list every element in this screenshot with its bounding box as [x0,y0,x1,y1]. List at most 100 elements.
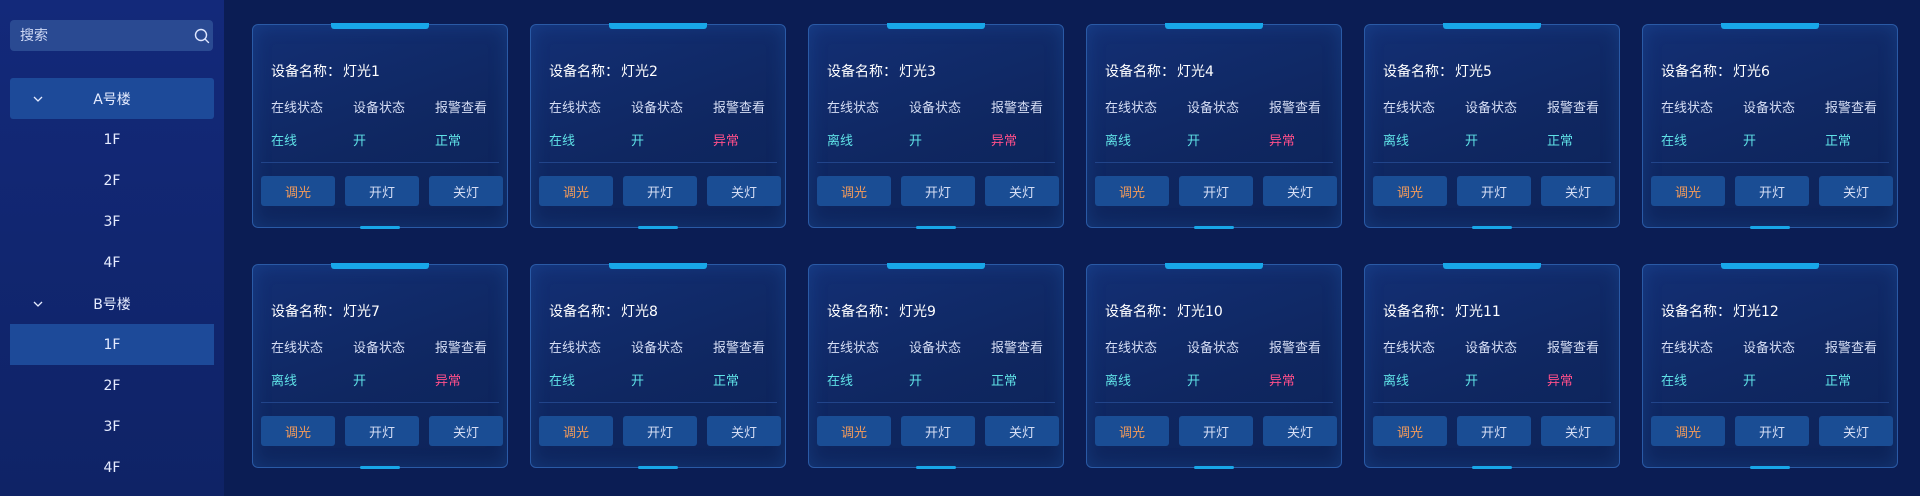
dim-button[interactable]: 调光 [1373,416,1447,446]
alarm-status-value: 异常 [1269,374,1296,389]
turn-off-button[interactable]: 关灯 [1541,416,1615,446]
chevron-down-icon[interactable] [30,296,46,312]
chevron-down-icon[interactable] [30,91,46,107]
alarm-view-label[interactable]: 报警查看 [1547,97,1629,116]
turn-off-button[interactable]: 关灯 [707,176,781,206]
card-divider [539,162,777,163]
device-info: 在线状态 设备状态 报警查看 在线 开 正常 [271,97,499,149]
online-status-value: 离线 [1105,134,1132,149]
turn-on-button[interactable]: 开灯 [901,416,975,446]
device-name: 灯光12 [1733,304,1779,320]
online-status-label: 在线状态 [1105,101,1158,116]
dim-button[interactable]: 调光 [1095,416,1169,446]
tree-floor-label: 1F [103,131,121,148]
turn-on-button[interactable]: 开灯 [623,176,697,206]
tree-floor-a-4f[interactable]: 4F [10,242,214,283]
turn-off-button[interactable]: 关灯 [985,176,1059,206]
turn-on-button[interactable]: 开灯 [1179,416,1253,446]
dim-button[interactable]: 调光 [539,416,613,446]
dim-button[interactable]: 调光 [261,176,335,206]
device-info: 在线状态 设备状态 报警查看 离线 开 异常 [1105,97,1333,149]
turn-on-button[interactable]: 开灯 [623,416,697,446]
device-status-value: 开 [1465,134,1479,149]
turn-on-button[interactable]: 开灯 [1735,176,1809,206]
alarm-status-value: 正常 [1825,374,1852,389]
turn-off-button[interactable]: 关灯 [1819,176,1893,206]
device-info: 在线状态 设备状态 报警查看 离线 开 异常 [1383,337,1611,389]
alarm-view-label[interactable]: 报警查看 [1547,337,1629,356]
alarm-view-label[interactable]: 报警查看 [1269,337,1351,356]
device-status-label: 设备状态 [1743,341,1796,356]
device-name: 灯光1 [343,64,380,80]
turn-on-button[interactable]: 开灯 [1179,176,1253,206]
dim-button[interactable]: 调光 [1651,176,1725,206]
dim-button[interactable]: 调光 [1651,416,1725,446]
turn-off-button[interactable]: 关灯 [429,176,503,206]
tree-floor-b-2f[interactable]: 2F [10,365,214,406]
dim-button[interactable]: 调光 [1095,176,1169,206]
alarm-view-label[interactable]: 报警查看 [991,337,1073,356]
turn-on-button[interactable]: 开灯 [901,176,975,206]
alarm-view-label[interactable]: 报警查看 [1825,97,1907,116]
alarm-view-label[interactable]: 报警查看 [435,337,517,356]
turn-on-button[interactable]: 开灯 [345,176,419,206]
tree-floor-b-1f[interactable]: 1F [10,324,214,365]
tree-building-a[interactable]: A号楼 [10,78,214,119]
dim-button[interactable]: 调光 [817,176,891,206]
turn-on-button[interactable]: 开灯 [1457,176,1531,206]
alarm-view-label[interactable]: 报警查看 [713,337,795,356]
turn-on-button[interactable]: 开灯 [1735,416,1809,446]
device-card: 设备名称： 灯光4 在线状态 设备状态 报警查看 离线 开 异常 调光 开灯 关灯 [1086,24,1342,228]
turn-off-button[interactable]: 关灯 [1263,416,1337,446]
dim-button[interactable]: 调光 [539,176,613,206]
search-icon[interactable] [194,27,210,45]
alarm-view-label[interactable]: 报警查看 [1269,97,1351,116]
turn-off-button[interactable]: 关灯 [985,416,1059,446]
dim-button[interactable]: 调光 [1373,176,1447,206]
alarm-view-label[interactable]: 报警查看 [713,97,795,116]
turn-on-button[interactable]: 开灯 [1457,416,1531,446]
building-tree: A号楼 1F 2F 3F 4F B号楼 1F 2F 3F 4F [0,78,224,488]
device-status-value: 开 [631,134,645,149]
alarm-view-label[interactable]: 报警查看 [991,97,1073,116]
device-info: 在线状态 设备状态 报警查看 在线 开 正常 [1661,337,1889,389]
device-name-prefix: 设备名称： [827,64,897,80]
turn-off-button[interactable]: 关灯 [707,416,781,446]
online-status-label: 在线状态 [1105,341,1158,356]
card-divider [1373,162,1611,163]
device-name: 灯光8 [621,304,658,320]
device-name: 灯光7 [343,304,380,320]
search-input[interactable] [20,20,194,51]
alarm-view-label[interactable]: 报警查看 [1825,337,1907,356]
alarm-status-value: 正常 [1547,134,1574,149]
online-status-label: 在线状态 [271,101,324,116]
card-actions: 调光 开灯 关灯 [1373,176,1615,206]
tree-floor-a-3f[interactable]: 3F [10,201,214,242]
tree-floor-a-2f[interactable]: 2F [10,160,214,201]
device-status-label: 设备状态 [631,341,684,356]
tree-floor-a-1f[interactable]: 1F [10,119,214,160]
alarm-view-label[interactable]: 报警查看 [435,97,517,116]
alarm-status-value: 异常 [991,134,1018,149]
turn-off-button[interactable]: 关灯 [429,416,503,446]
device-name: 灯光3 [899,64,936,80]
turn-on-button[interactable]: 开灯 [345,416,419,446]
tree-building-b[interactable]: B号楼 [10,283,214,324]
dim-button[interactable]: 调光 [261,416,335,446]
card-actions: 调光 开灯 关灯 [539,176,781,206]
device-card: 设备名称： 灯光11 在线状态 设备状态 报警查看 离线 开 异常 调光 开灯 关… [1364,264,1620,468]
device-name-prefix: 设备名称： [549,64,619,80]
dim-button[interactable]: 调光 [817,416,891,446]
turn-off-button[interactable]: 关灯 [1819,416,1893,446]
tree-floor-b-4f[interactable]: 4F [10,447,214,488]
card-actions: 调光 开灯 关灯 [1095,416,1337,446]
turn-off-button[interactable]: 关灯 [1263,176,1337,206]
device-info: 在线状态 设备状态 报警查看 在线 开 异常 [549,97,777,149]
device-name-prefix: 设备名称： [1661,64,1731,80]
device-card: 设备名称： 灯光7 在线状态 设备状态 报警查看 离线 开 异常 调光 开灯 关灯 [252,264,508,468]
device-card: 设备名称： 灯光10 在线状态 设备状态 报警查看 离线 开 异常 调光 开灯 关… [1086,264,1342,468]
device-name-prefix: 设备名称： [1383,304,1453,320]
device-name-prefix: 设备名称： [1661,304,1731,320]
tree-floor-b-3f[interactable]: 3F [10,406,214,447]
turn-off-button[interactable]: 关灯 [1541,176,1615,206]
